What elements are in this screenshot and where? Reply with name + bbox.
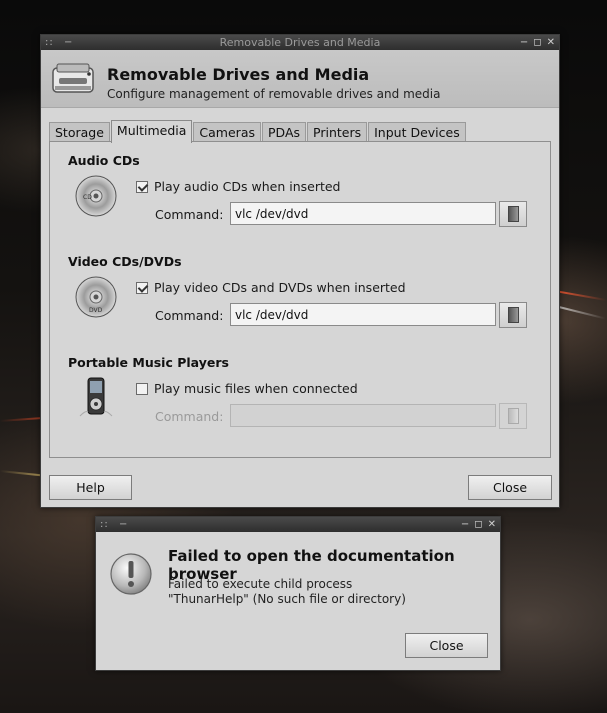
music-autoplay-checkbox[interactable] [136,382,148,395]
minimize-icon[interactable]: − [520,35,528,50]
dialog-minimize-icon[interactable]: − [461,517,469,532]
file-browse-icon [507,206,519,222]
window-title: Removable Drives and Media [219,36,381,49]
close-icon[interactable]: ✕ [547,35,555,50]
video-command-input[interactable] [230,303,496,326]
error-dialog: :: − − ◻ ✕ Failed to open the documentat… [95,516,501,671]
audio-autoplay-label: Play audio CDs when inserted [154,179,341,194]
music-command-browse-button [499,403,527,429]
file-browse-icon [507,307,519,323]
audio-command-browse-button[interactable] [499,201,527,227]
video-autoplay-row[interactable]: Play video CDs and DVDs when inserted [136,280,406,295]
video-command-browse-button[interactable] [499,302,527,328]
dialog-menu-icon[interactable]: :: − [100,517,128,532]
tab-pdas[interactable]: PDAs [262,122,307,143]
audio-command-label: Command: [155,207,224,222]
svg-text:DVD: DVD [89,307,103,314]
music-autoplay-row[interactable]: Play music files when connected [136,381,358,396]
tab-storage[interactable]: Storage [49,122,110,143]
error-message-line: Failed to execute child process [168,577,353,591]
warning-icon [110,553,152,595]
light-streak [554,290,607,302]
music-command-label: Command: [155,409,224,424]
video-dvds-title: Video CDs/DVDs [68,254,182,269]
titlebar[interactable]: :: − Removable Drives and Media − ◻ ✕ [41,35,559,50]
audio-command-input[interactable] [230,202,496,225]
light-streak [554,305,606,320]
error-message: Failed to execute child process "ThunarH… [168,577,406,607]
dialog-shade-glyph: − [118,519,129,530]
maximize-icon[interactable]: ◻ [533,35,541,50]
window-menu-glyph: :: [45,37,54,48]
audio-autoplay-checkbox[interactable] [136,180,148,193]
dialog-close-button[interactable]: Close [405,633,488,658]
removable-drives-window: :: − Removable Drives and Media − ◻ ✕ Re… [40,34,560,508]
multimedia-panel: Audio CDs CD Play audio CDs when inserte… [49,141,551,458]
tab-input-devices[interactable]: Input Devices [368,122,466,143]
removable-drive-icon [52,63,94,93]
dvd-icon: DVD [75,276,117,318]
audio-cds-title: Audio CDs [68,153,140,168]
close-button[interactable]: Close [468,475,552,500]
file-browse-icon [507,408,519,424]
tab-bar: Storage Multimedia Cameras PDAs Printers… [49,120,467,143]
dialog-titlebar[interactable]: :: − − ◻ ✕ [96,517,500,532]
music-players-title: Portable Music Players [68,355,229,370]
shade-glyph: − [63,37,74,48]
tab-printers[interactable]: Printers [307,122,368,143]
tab-multimedia[interactable]: Multimedia [110,120,193,143]
video-command-label: Command: [155,308,224,323]
dialog-close-icon[interactable]: ✕ [488,517,496,532]
header-subtitle: Configure management of removable drives… [107,87,441,101]
window-menu-icon[interactable]: :: − [45,35,73,50]
music-command-input [230,404,496,427]
audio-cd-icon: CD [75,175,117,217]
help-button[interactable]: Help [49,475,132,500]
svg-text:CD: CD [83,194,92,201]
header-title: Removable Drives and Media [107,65,370,84]
audio-autoplay-row[interactable]: Play audio CDs when inserted [136,179,341,194]
video-autoplay-label: Play video CDs and DVDs when inserted [154,280,406,295]
header-band: Removable Drives and Media Configure man… [41,50,559,108]
dialog-menu-glyph: :: [100,519,109,530]
music-player-icon [79,377,113,417]
video-autoplay-checkbox[interactable] [136,281,148,294]
error-message-line: "ThunarHelp" (No such file or directory) [168,592,406,606]
tab-cameras[interactable]: Cameras [193,122,261,143]
music-autoplay-label: Play music files when connected [154,381,358,396]
dialog-maximize-icon[interactable]: ◻ [474,517,482,532]
